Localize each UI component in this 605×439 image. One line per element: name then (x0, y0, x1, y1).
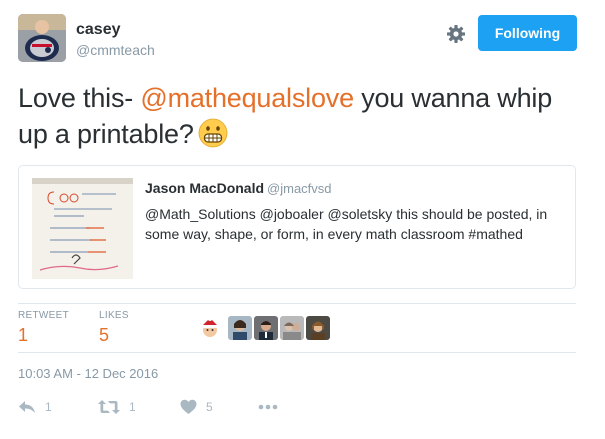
retweet-icon (98, 399, 120, 415)
retweet-count: 1 (129, 400, 136, 414)
liker-avatar[interactable] (228, 316, 252, 340)
quoted-tweet[interactable]: Jason MacDonald @jmacfvsd @Math_Solutions… (18, 165, 576, 289)
quoted-author-name[interactable]: Jason MacDonald (145, 180, 264, 196)
retweet-stat-label: RETWEET (18, 310, 69, 321)
likes-stat-label: LIKES (99, 310, 129, 321)
likes-stat[interactable]: LIKES 5 (99, 310, 129, 346)
author-handle[interactable]: @cmmteach (76, 41, 155, 59)
tweet-timestamp[interactable]: 10:03 AM - 12 Dec 2016 (18, 366, 158, 381)
liker-avatar[interactable] (280, 316, 304, 340)
quoted-author-handle[interactable]: @jmacfvsd (267, 181, 332, 196)
liker-avatar[interactable] (254, 316, 278, 340)
tweet-text-before: Love this- (18, 83, 141, 113)
reply-icon (18, 399, 36, 415)
tweet-header: casey @cmmteach Following (18, 14, 588, 66)
author-names: casey @cmmteach (76, 20, 155, 59)
retweet-stat-count: 1 (18, 325, 29, 345)
author-avatar[interactable] (18, 14, 66, 62)
quoted-tweet-image[interactable] (32, 178, 133, 279)
like-count: 5 (206, 400, 213, 414)
heart-icon (180, 399, 197, 415)
quoted-tweet-text: @Math_Solutions @joboaler @soletsky this… (145, 206, 548, 242)
tweet-text: Love this- @mathequalslove you wanna whi… (18, 80, 583, 152)
divider (18, 352, 576, 353)
divider (18, 303, 576, 304)
quoted-tweet-body: Jason MacDonald @jmacfvsd @Math_Solutions… (145, 180, 565, 244)
liker-avatar[interactable] (198, 316, 222, 340)
retweet-button[interactable]: 1 (98, 396, 136, 418)
more-icon (258, 404, 278, 410)
reply-count: 1 (45, 400, 52, 414)
liker-avatar[interactable] (306, 316, 330, 340)
tweet-stats: RETWEET 1 LIKES 5 (18, 310, 576, 350)
retweet-stat[interactable]: RETWEET 1 (18, 310, 69, 346)
grimacing-face-icon (198, 118, 228, 148)
reply-button[interactable]: 1 (18, 396, 52, 418)
gear-icon[interactable] (446, 24, 466, 44)
tweet-mention-link[interactable]: @mathequalslove (140, 83, 354, 113)
tweet-actions: 1 1 5 (18, 396, 576, 420)
following-button[interactable]: Following (478, 15, 577, 51)
more-button[interactable] (258, 396, 278, 418)
like-button[interactable]: 5 (180, 396, 213, 418)
author-display-name[interactable]: casey (76, 20, 155, 40)
likes-stat-count: 5 (99, 325, 110, 345)
